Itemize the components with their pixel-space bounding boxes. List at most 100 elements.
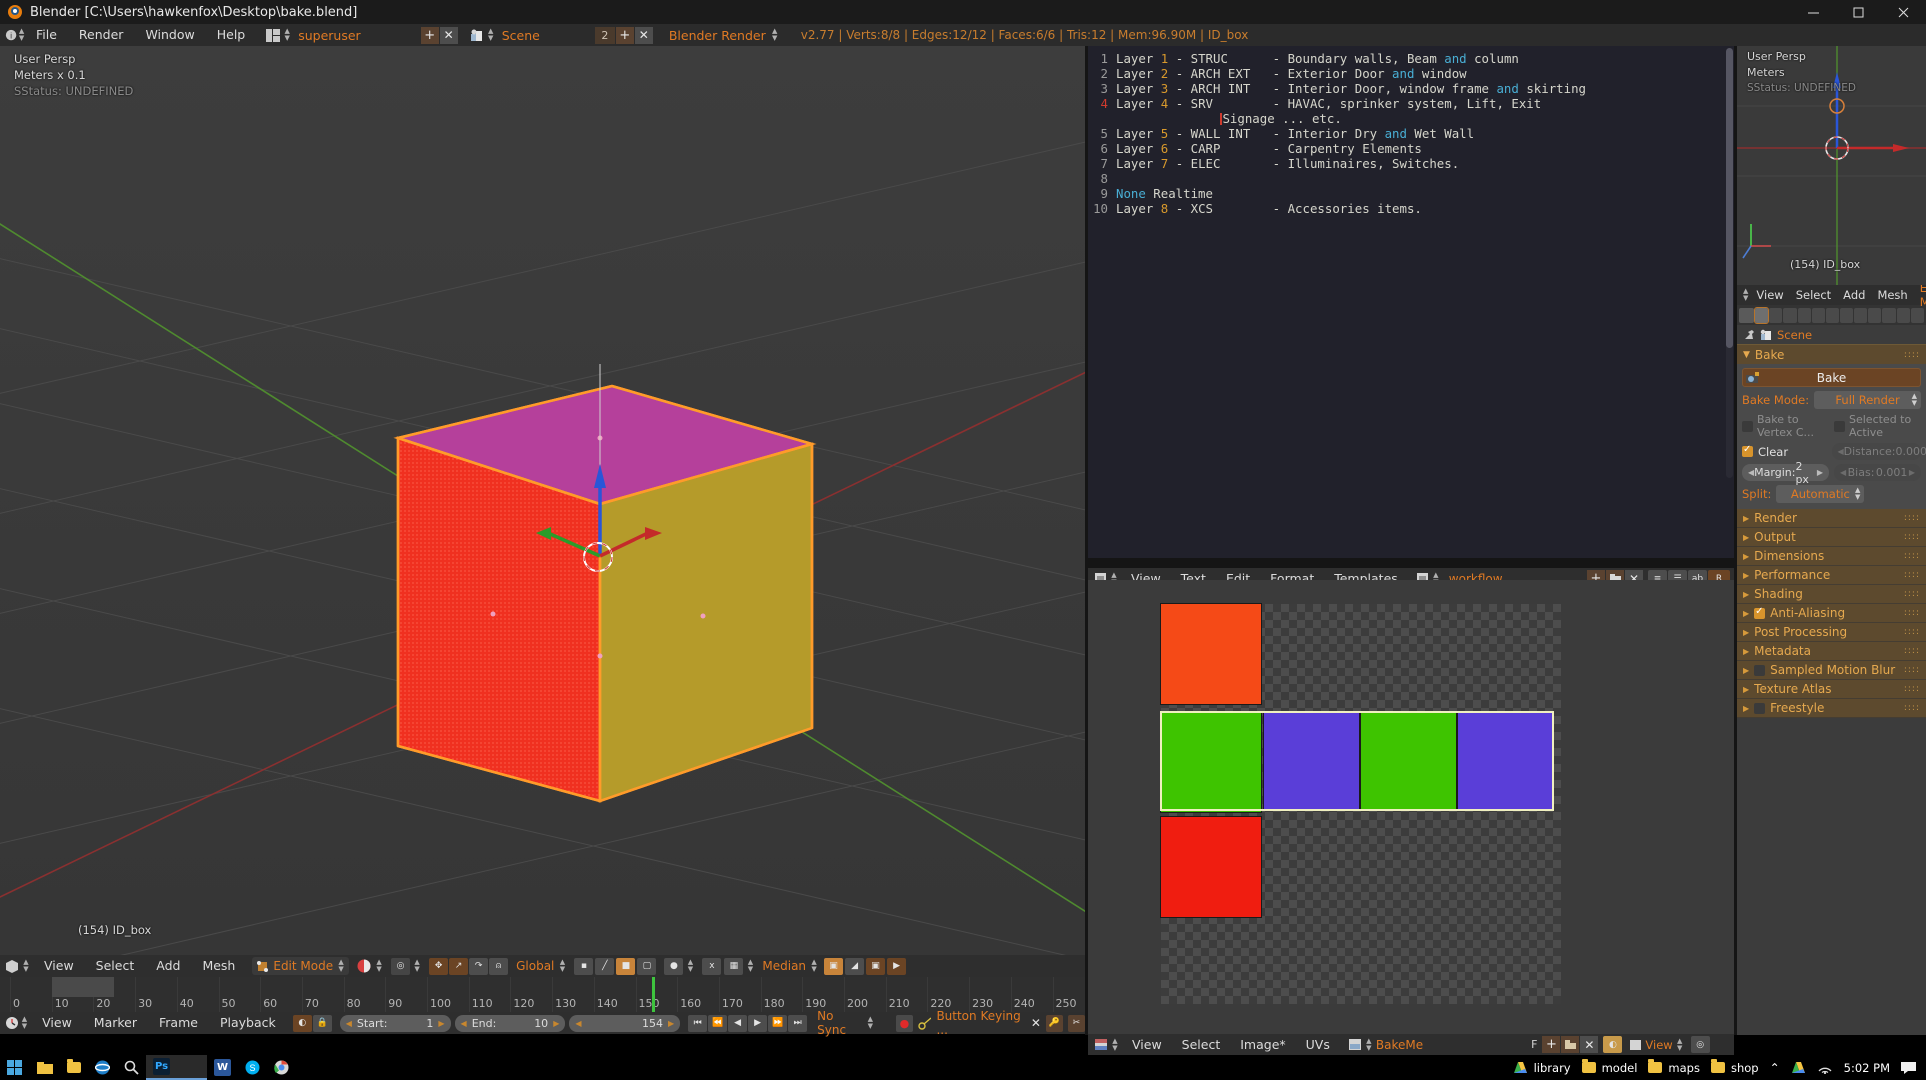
timeline-strip[interactable]: 0 10 20 30 40 50 60 70 80 90 100 110 120 130 140 150 160… — [0, 977, 1085, 1012]
end-frame-field[interactable]: ◀ End: 10 ▶ — [454, 1014, 566, 1032]
prev-keyframe-button[interactable]: ⏪ — [708, 1014, 728, 1032]
timeline-editor-type-icon[interactable] — [5, 1016, 18, 1030]
text-line[interactable]: 1 Layer 1 - STRUC - Boundary walls, Beam … — [1088, 51, 1734, 66]
interaction-mode[interactable]: Edit Mode — [273, 959, 333, 973]
play-button[interactable]: ▶ — [748, 1014, 768, 1032]
bake-button[interactable]: Bake — [1742, 368, 1921, 387]
uv-unlink-image-button[interactable]: ✕ — [1580, 1036, 1599, 1053]
uv-menu-select[interactable]: Select — [1172, 1034, 1231, 1055]
limit-selection-icon[interactable]: ▢ — [637, 957, 657, 975]
panel-enable-checkbox[interactable] — [1754, 664, 1766, 676]
taskbar-photoshop-button[interactable]: Ps — [146, 1055, 177, 1080]
close-button[interactable] — [1881, 0, 1926, 24]
taskbar-pin-shop[interactable]: shop — [1710, 1059, 1759, 1075]
props-menu-select[interactable]: Select — [1790, 285, 1837, 306]
tray-drive-icon[interactable] — [1791, 1061, 1806, 1075]
area-splitter-vertical-1[interactable] — [1085, 46, 1088, 1035]
text-line[interactable]: Signage ... etc. — [1088, 111, 1734, 126]
vp-menu-select[interactable]: Select — [85, 955, 146, 977]
tab-particles[interactable] — [1896, 307, 1910, 323]
editor-type-arrows[interactable]: ▲ ▼ — [18, 28, 25, 42]
tab-editor-type[interactable] — [1739, 307, 1755, 323]
text-line[interactable]: 5 Layer 5 - WALL INT - Interior Dry and W… — [1088, 126, 1734, 141]
tab-render[interactable] — [1754, 306, 1770, 324]
menu-window[interactable]: Window — [134, 24, 205, 46]
tl-menu-frame[interactable]: Frame — [148, 1012, 209, 1034]
start-button[interactable] — [0, 1055, 30, 1080]
panel-expand-icon[interactable]: ▶ — [1743, 514, 1749, 523]
taskbar-search-button[interactable] — [117, 1055, 146, 1080]
uv-view-mode-arrows[interactable]: ▲ ▼ — [1676, 1037, 1684, 1052]
show-hidden-icons-chevron[interactable]: ⌃ — [1770, 1061, 1780, 1075]
uv-pivot-icon[interactable]: ◎ — [1690, 1036, 1710, 1053]
notification-icon[interactable] — [1901, 1061, 1916, 1074]
text-line[interactable]: 2 Layer 2 - ARCH EXT - Exterior Door and … — [1088, 66, 1734, 81]
properties-panel-post-processing[interactable]: ▶ Post Processing:::: — [1737, 623, 1926, 642]
only-selected-channels-icon[interactable]: ◐ — [292, 1014, 312, 1032]
panel-expand-icon[interactable]: ▶ — [1743, 571, 1749, 580]
tl-menu-playback[interactable]: Playback — [209, 1012, 287, 1034]
pivot-point-label[interactable]: Median — [762, 959, 806, 973]
panel-enable-checkbox[interactable] — [1754, 702, 1766, 714]
orientation-arrows[interactable]: ▲ ▼ — [558, 959, 566, 973]
delete-scene-button[interactable]: ✕ — [634, 26, 653, 44]
wifi-icon[interactable] — [1817, 1061, 1833, 1074]
panel-expand-icon[interactable]: ▶ — [1743, 666, 1749, 675]
maximize-button[interactable] — [1836, 0, 1881, 24]
tile-red[interactable] — [1160, 816, 1262, 918]
scale-manipulator-icon[interactable]: ⍝ — [489, 957, 509, 975]
vp-menu-add[interactable]: Add — [145, 955, 191, 977]
scene-browse-arrows[interactable]: ▲ ▼ — [487, 28, 495, 42]
tab-render-layers[interactable] — [1769, 307, 1783, 323]
snap-arrows[interactable]: ▲ ▼ — [746, 959, 754, 973]
properties-panel-list[interactable]: ▶ Render:::: ▶ Output:::: ▶ Dimensions:::: ▶ Pe… — [1737, 509, 1926, 718]
scene-icon[interactable] — [470, 29, 484, 42]
proportional-edit-icon[interactable]: ● — [664, 957, 684, 975]
menu-render[interactable]: Render — [68, 24, 135, 46]
lock-time-icon[interactable]: 🔒 — [312, 1014, 332, 1032]
taskbar-pin-library[interactable]: library — [1513, 1061, 1571, 1075]
tab-world[interactable] — [1797, 307, 1811, 323]
vertex-select-mode-icon[interactable]: ▪ — [574, 957, 594, 975]
pivot-arrows[interactable]: ▲ ▼ — [413, 959, 421, 973]
margin-field[interactable]: ◀ Margin: 2 px ▶ — [1742, 460, 1829, 486]
scene-name[interactable]: Scene — [502, 28, 540, 43]
tab-scene[interactable] — [1783, 307, 1797, 323]
minimize-button[interactable] — [1791, 0, 1836, 24]
sync-mode-dropdown[interactable]: No Sync — [817, 1009, 862, 1037]
split-dropdown[interactable]: Automatic ▲ ▼ — [1776, 485, 1865, 503]
panel-grip[interactable]: :::: — [1904, 646, 1920, 656]
distance-field[interactable]: ◀ Distance: 0.000 ▶ — [1831, 443, 1926, 460]
tile-orange[interactable] — [1160, 603, 1262, 705]
tab-physics[interactable] — [1910, 307, 1924, 323]
uv-new-image-button[interactable]: + — [1542, 1036, 1561, 1053]
uv-editor-type-arrows[interactable]: ▲ ▼ — [1111, 1037, 1119, 1052]
text-line[interactable]: 9 None Realtime — [1088, 186, 1734, 201]
tile-green-right[interactable] — [1360, 711, 1457, 811]
keying-set-name[interactable]: Button Keying ... — [936, 1009, 1025, 1037]
bake-mode-dropdown[interactable]: Full Render ▲ ▼ — [1814, 391, 1921, 409]
taskbar-folder-button[interactable] — [60, 1055, 88, 1080]
properties-panel-metadata[interactable]: ▶ Metadata:::: — [1737, 642, 1926, 661]
text-line[interactable]: 8 — [1088, 171, 1734, 186]
scene-users-count[interactable]: 2 — [594, 26, 615, 44]
properties-panel-anti-aliasing[interactable]: ▶ Anti-Aliasing:::: — [1737, 604, 1926, 623]
tile-purple-2[interactable] — [1457, 711, 1554, 811]
screen-layout-arrows[interactable]: ▲ ▼ — [283, 28, 291, 42]
props-menu-add[interactable]: Add — [1837, 285, 1871, 306]
taskbar-skype-button[interactable]: S — [238, 1055, 267, 1080]
properties-panel-dimensions[interactable]: ▶ Dimensions:::: — [1737, 547, 1926, 566]
panel-grip[interactable]: :::: — [1904, 684, 1920, 694]
properties-panel-sampled-motion-blur[interactable]: ▶ Sampled Motion Blur:::: — [1737, 661, 1926, 680]
mode-arrows[interactable]: ▲ ▼ — [337, 959, 345, 973]
screen-layout-name[interactable]: superuser — [298, 28, 360, 43]
jump-start-button[interactable]: ⏮ — [688, 1014, 708, 1032]
uv-menu-image[interactable]: Image* — [1230, 1034, 1295, 1055]
uv-image-canvas[interactable] — [1160, 603, 1561, 1004]
info-editor-icon[interactable]: i ▲ ▼ — [5, 27, 25, 43]
vp-menu-view[interactable]: View — [33, 955, 85, 977]
properties-tab-row[interactable] — [1737, 305, 1926, 325]
tile-green-left[interactable] — [1160, 711, 1262, 813]
panel-expand-icon[interactable]: ▶ — [1743, 704, 1749, 713]
tl-menu-marker[interactable]: Marker — [83, 1012, 148, 1034]
